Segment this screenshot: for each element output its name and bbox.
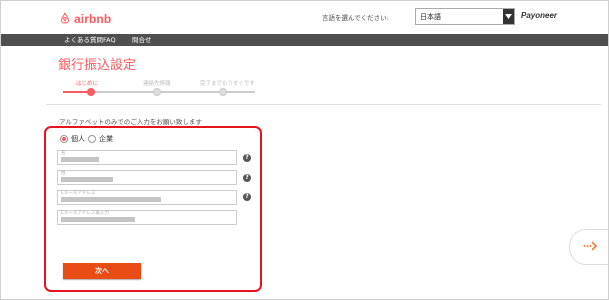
language-label: 言語を選んでください: bbox=[322, 14, 389, 22]
email-value-redacted bbox=[61, 197, 161, 202]
first-name-value-redacted bbox=[61, 157, 99, 162]
last-name-label: 姓 bbox=[61, 171, 66, 176]
instruction-text: アルファベットのみでのご入力をお願い致します bbox=[59, 118, 202, 126]
airbnb-logo-icon bbox=[59, 9, 71, 28]
nav-item-contact[interactable]: 問合せ bbox=[132, 35, 152, 45]
language-value: 日本語 bbox=[420, 13, 441, 21]
next-button[interactable]: 次へ bbox=[63, 263, 141, 279]
step-label-intro: はじめに bbox=[76, 81, 99, 87]
side-tab[interactable] bbox=[569, 229, 608, 265]
email-confirm-field[interactable]: Eメールアドレス再入力 bbox=[57, 210, 237, 225]
step-dot-complete bbox=[219, 88, 227, 96]
email-label: Eメールアドレス bbox=[61, 191, 96, 196]
nav-bar: よくある質問FAQ 問合せ bbox=[1, 34, 608, 46]
radio-selected-dot bbox=[62, 137, 66, 141]
radio-label-company: 企業 bbox=[99, 135, 113, 143]
language-select[interactable]: 日本語 bbox=[415, 8, 515, 25]
help-icon[interactable]: ? bbox=[243, 174, 251, 182]
step-label-complete: 完了までもうすぐです bbox=[200, 81, 255, 87]
first-name-label: 名 bbox=[61, 151, 66, 156]
radio-button-individual[interactable] bbox=[60, 135, 68, 143]
help-icon[interactable]: ? bbox=[243, 154, 251, 162]
last-name-field[interactable]: 姓 bbox=[57, 170, 237, 185]
email-field[interactable]: Eメールアドレス bbox=[57, 190, 237, 205]
step-label-contact: 連絡先情報 bbox=[143, 81, 171, 87]
radio-label-individual: 個人 bbox=[71, 135, 85, 143]
page-frame: airbnb 言語を選んでください: 日本語 Payoneer よくある質問FA… bbox=[0, 0, 609, 300]
header: airbnb 言語を選んでください: 日本語 Payoneer bbox=[1, 1, 608, 33]
chevron-down-icon[interactable] bbox=[503, 9, 514, 24]
payoneer-logo: Payoneer bbox=[521, 11, 558, 20]
help-icon[interactable]: ? bbox=[243, 193, 251, 201]
radio-button-company[interactable] bbox=[88, 135, 96, 143]
step-dot-intro bbox=[87, 88, 95, 96]
radio-company[interactable]: 企業 bbox=[88, 134, 113, 144]
email-confirm-label: Eメールアドレス再入力 bbox=[61, 211, 109, 216]
brand[interactable]: airbnb bbox=[59, 9, 111, 28]
page-title: 銀行振込設定 bbox=[58, 58, 137, 73]
brand-name: airbnb bbox=[74, 11, 112, 26]
radio-individual[interactable]: 個人 bbox=[60, 134, 85, 144]
first-name-field[interactable]: 名 bbox=[57, 150, 237, 165]
email-confirm-value-redacted bbox=[61, 217, 135, 222]
divider bbox=[46, 104, 601, 105]
nav-item-faq[interactable]: よくある質問FAQ bbox=[64, 35, 116, 45]
step-dot-contact bbox=[153, 88, 161, 96]
arrow-right-icon bbox=[583, 240, 598, 255]
last-name-value-redacted bbox=[61, 177, 113, 182]
